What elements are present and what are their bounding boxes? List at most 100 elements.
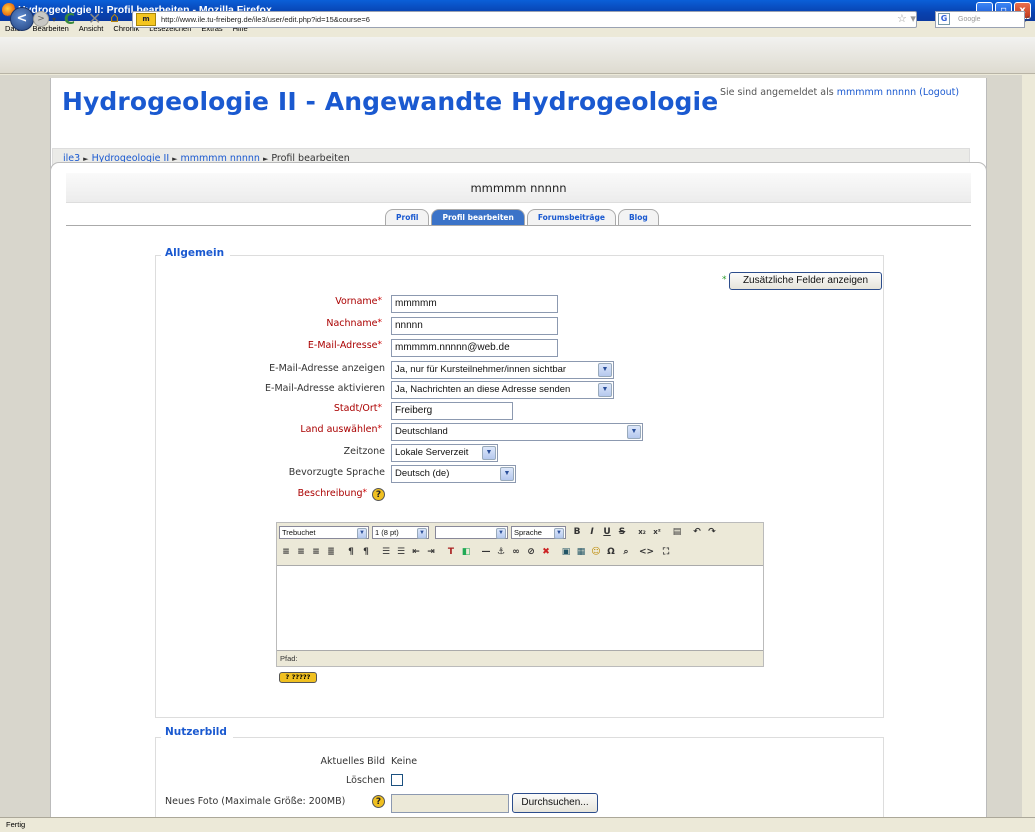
fullscreen-icon[interactable]: ⛶ [659,545,673,559]
vorname-label-text: Vorname [335,296,378,307]
outdent-icon[interactable]: ⇤ [409,545,423,559]
email-field[interactable]: mmmmm.nnnnn@web.de [391,339,558,357]
current-image-value: Keine [391,756,418,767]
status-bar: Fertig [0,817,1035,832]
special-char-icon[interactable]: Ω [604,545,618,559]
description-editor-area[interactable] [277,565,763,651]
login-prefix: Sie sind angemeldet als [720,87,834,98]
table-icon[interactable]: ▦ [574,545,588,559]
language-select-value: Sprache [514,528,542,537]
site-favicon-icon: m [136,13,156,26]
chevron-down-icon: ▼ [627,425,641,439]
strikethrough-icon[interactable]: S [615,525,629,539]
align-center-icon[interactable]: ≡ [294,545,308,559]
page-title: Hydrogeologie II - Angewandte Hydrogeolo… [62,87,719,116]
bg-color-icon[interactable]: ◧ [459,545,473,559]
tab-forumsbeitraege[interactable]: Forumsbeiträge [526,209,616,226]
undo-icon[interactable]: ↶ [690,525,704,539]
format-select[interactable]: ▼ [435,526,508,539]
paste-word-icon[interactable]: ▤ [670,525,684,539]
text-color-icon[interactable]: T [444,545,458,559]
back-arrow-icon[interactable]: < [10,7,34,31]
ltr-icon[interactable]: ¶ [344,545,358,559]
stadt-field[interactable]: Freiberg [391,402,513,420]
chevron-down-icon: ▼ [500,467,514,481]
horizontal-rule-icon[interactable]: — [479,545,493,559]
beschreibung-label-text: Beschreibung [297,488,363,499]
anchor-icon[interactable]: ⚓ [494,545,508,559]
size-select-value: 1 (8 pt) [375,528,399,537]
scrollbar[interactable] [1022,75,1035,817]
rtl-icon[interactable]: ¶ [359,545,373,559]
email-active-select[interactable]: Ja, Nachrichten an diese Adresse senden ▼ [391,381,614,399]
sprache-value: Deutsch (de) [395,468,450,479]
help-icon[interactable]: ? [372,795,385,808]
bold-icon[interactable]: B [570,525,584,539]
ordered-list-icon[interactable]: ☰ [379,545,393,559]
font-select[interactable]: Trebuchet ▼ [279,526,369,539]
zeitzone-select[interactable]: Lokale Serverzeit ▼ [391,444,498,462]
link-icon[interactable]: ∞ [509,545,523,559]
delete-checkbox[interactable] [391,774,403,786]
justify-icon[interactable]: ≣ [324,545,338,559]
help-icon[interactable]: ? [372,488,385,501]
required-marker: * [377,296,383,306]
advanced-marker: * [722,275,727,285]
stop-icon[interactable]: ✕ [88,9,101,28]
google-icon[interactable]: G [938,13,950,25]
land-select[interactable]: Deutschland ▼ [391,423,643,441]
chevron-down-icon: ▼ [554,528,564,539]
tab-profil-bearbeiten[interactable]: Profil bearbeiten [431,209,525,226]
html-source-icon[interactable]: <> [639,545,654,559]
navigation-toolbar [0,37,1035,74]
stadt-label: Stadt/Ort* [152,403,382,414]
editor-help-button[interactable]: ? ????? [279,672,317,683]
size-select[interactable]: 1 (8 pt) ▼ [372,526,429,539]
email-label-text: E-Mail-Adresse [307,340,378,351]
nutzerbild-legend: Nutzerbild [161,726,233,738]
reload-icon[interactable]: C [64,10,75,28]
email-show-label: E-Mail-Adresse anzeigen [269,363,385,374]
superscript-icon[interactable]: x² [650,525,664,539]
delete-label: Löschen [346,775,385,786]
search-icon[interactable]: ⌕ [1025,11,1032,26]
email-show-select[interactable]: Ja, nur für Kursteilnehmer/innen sichtba… [391,361,614,379]
underline-icon[interactable]: U [600,525,614,539]
unordered-list-icon[interactable]: ☰ [394,545,408,559]
language-select[interactable]: Sprache ▼ [511,526,566,539]
image-icon[interactable]: ▣ [559,545,573,559]
more-fields-button[interactable]: Zusätzliche Felder anzeigen [729,272,882,290]
nachname-label: Nachname* [152,318,382,329]
email-active-label: E-Mail-Adresse aktivieren [265,383,385,394]
home-icon[interactable]: ⌂ [110,10,119,26]
align-right-icon[interactable]: ≡ [309,545,323,559]
bookmark-star-icon[interactable]: ☆ ▾ [897,12,916,25]
forward-arrow-icon[interactable]: > [33,11,49,27]
search-replace-icon[interactable]: ⌕ [619,545,633,559]
user-heading: mmmmm nnnnn [470,181,567,195]
indent-icon[interactable]: ⇥ [424,545,438,559]
subscript-icon[interactable]: x₂ [635,525,649,539]
nachname-field[interactable]: nnnnn [391,317,558,335]
file-path-input[interactable] [391,794,509,813]
land-label: Land auswählen* [152,424,382,435]
tab-profil[interactable]: Profil [385,209,430,226]
logout-link[interactable]: (Logout) [919,87,959,98]
required-marker: * [377,403,383,413]
history-dropdown-icon[interactable]: ▾ [52,15,56,24]
smiley-icon[interactable]: ☺ [589,545,603,559]
vorname-field[interactable]: mmmmm [391,295,558,313]
nolink-icon[interactable]: ✖ [539,545,553,559]
tabs-divider [66,225,971,226]
italic-icon[interactable]: I [585,525,599,539]
chevron-down-icon: ▼ [598,363,612,377]
browse-button[interactable]: Durchsuchen... [512,793,598,813]
login-user-link[interactable]: mmmmm nnnnn [837,87,916,98]
align-left-icon[interactable]: ≡ [279,545,293,559]
url-bar[interactable]: http://www.ile.tu-freiberg.de/ile3/user/… [132,11,917,28]
sprache-select[interactable]: Deutsch (de) ▼ [391,465,516,483]
tab-blog[interactable]: Blog [617,209,659,226]
nachname-label-text: Nachname [326,318,378,329]
redo-icon[interactable]: ↷ [705,525,719,539]
unlink-icon[interactable]: ⊘ [524,545,538,559]
